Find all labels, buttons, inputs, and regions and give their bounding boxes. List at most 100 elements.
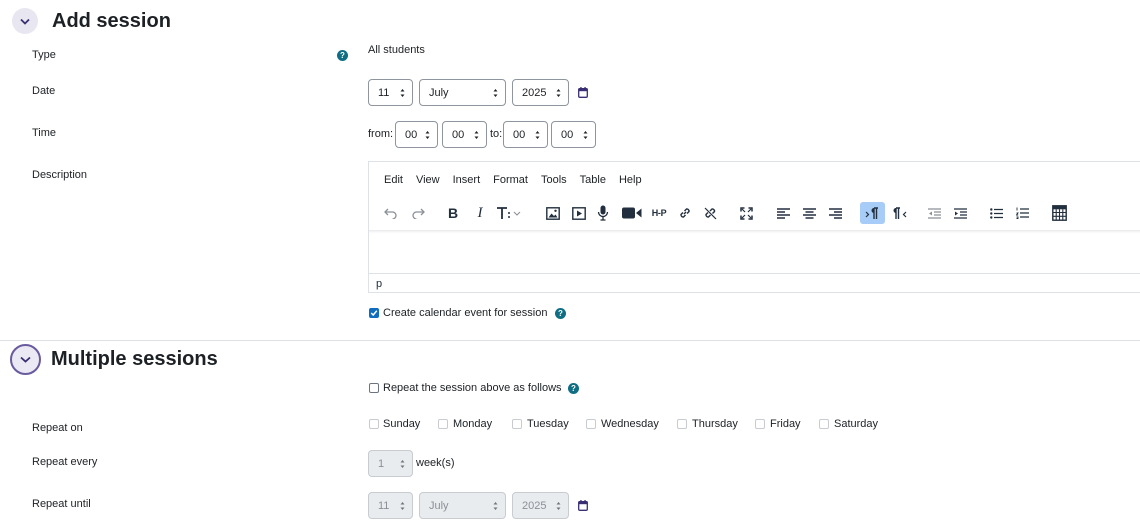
menu-format[interactable]: Format [493, 174, 528, 186]
align-center-icon [802, 207, 816, 219]
menu-edit[interactable]: Edit [384, 174, 403, 186]
repeat-day-friday-label: Friday [770, 418, 801, 430]
editor-element-path[interactable]: p [376, 278, 382, 290]
help-icon[interactable]: ? [337, 50, 348, 61]
unlink-button[interactable] [699, 202, 721, 224]
repeat-every-select[interactable]: 1 [368, 450, 413, 477]
indent-button[interactable] [949, 202, 971, 224]
repeat-day-sunday-checkbox[interactable] [369, 419, 379, 429]
repeat-until-day-select[interactable]: 11 [368, 492, 413, 519]
numbered-list-button[interactable] [1011, 202, 1033, 224]
repeat-session-label: Repeat the session above as follows [383, 382, 562, 394]
calendar-event-checkbox[interactable] [369, 308, 379, 318]
repeat-day-friday-checkbox[interactable] [755, 419, 765, 429]
date-day-value: 11 [378, 86, 390, 99]
ltr-button[interactable] [860, 202, 885, 224]
repeat-day-saturday-checkbox[interactable] [819, 419, 829, 429]
outdent-button[interactable] [923, 202, 945, 224]
help-icon[interactable]: ? [568, 383, 579, 394]
time-to-label: to: [490, 128, 503, 140]
multiple-sessions-title: Multiple sessions [51, 348, 218, 370]
multiple-sessions-collapse-button[interactable] [10, 344, 41, 375]
time-from-hour-select[interactable]: 00 [395, 121, 438, 148]
rtl-icon [893, 206, 906, 219]
repeat-day-monday-checkbox[interactable] [438, 419, 448, 429]
calendar-event-label: Create calendar event for session [383, 307, 548, 319]
chevron-down-icon [20, 356, 31, 363]
text-size-button[interactable] [495, 202, 525, 224]
repeat-until-day-value: 11 [378, 499, 390, 512]
bold-button[interactable]: B [442, 202, 464, 224]
editor-content-area[interactable] [369, 230, 1140, 274]
menu-view[interactable]: View [416, 174, 440, 186]
time-to-minute-select[interactable]: 00 [551, 121, 596, 148]
checkmark-icon [370, 310, 378, 317]
calculator-button[interactable] [1048, 202, 1070, 224]
calendar-icon[interactable] [578, 500, 588, 511]
date-year-select[interactable]: 2025 [512, 79, 569, 106]
repeat-every-unit: week(s) [416, 457, 455, 469]
align-right-button[interactable] [824, 202, 846, 224]
repeat-session-checkbox[interactable] [369, 383, 379, 393]
align-left-button[interactable] [772, 202, 794, 224]
select-arrows-icon [583, 131, 588, 139]
add-session-header: Add session [12, 8, 171, 34]
fullscreen-button[interactable] [735, 202, 757, 224]
record-video-button[interactable] [620, 202, 644, 224]
italic-button[interactable]: I [469, 202, 491, 224]
add-session-collapse-button[interactable] [12, 8, 38, 34]
record-audio-button[interactable] [592, 202, 614, 224]
repeat-day-tuesday-checkbox[interactable] [512, 419, 522, 429]
redo-button[interactable] [407, 202, 429, 224]
repeat-every-value: 1 [378, 457, 385, 470]
date-month-select[interactable]: July [419, 79, 506, 106]
time-from-minute-select[interactable]: 00 [442, 121, 487, 148]
repeat-until-year-select[interactable]: 2025 [512, 492, 569, 519]
calendar-icon[interactable] [578, 87, 588, 98]
h5p-button[interactable]: H-P [647, 202, 671, 224]
menu-table[interactable]: Table [580, 174, 606, 186]
repeat-until-month-value: July [429, 499, 449, 512]
select-arrows-icon [493, 89, 498, 97]
menu-insert[interactable]: Insert [453, 174, 481, 186]
numbered-list-icon [1015, 207, 1029, 219]
image-button[interactable] [542, 202, 564, 224]
select-arrows-icon [400, 89, 405, 97]
media-button[interactable] [568, 202, 590, 224]
help-icon[interactable]: ? [555, 308, 566, 319]
text-size-icon [497, 207, 521, 219]
repeat-until-year-value: 2025 [522, 499, 547, 512]
description-label: Description [32, 169, 88, 181]
time-to-minute-value: 00 [561, 128, 574, 141]
link-icon [680, 208, 690, 218]
editor-menubar: Edit View Insert Format Tools Table Help [384, 174, 655, 186]
video-icon [622, 207, 642, 219]
repeat-day-sunday-label: Sunday [383, 418, 421, 430]
select-arrows-icon [493, 502, 498, 510]
repeat-every-label: Repeat every [32, 456, 98, 468]
date-day-select[interactable]: 11 [368, 79, 413, 106]
media-icon [572, 206, 586, 220]
time-from-hour-value: 00 [405, 128, 418, 141]
bullet-list-button[interactable] [985, 202, 1007, 224]
undo-button[interactable] [380, 202, 402, 224]
rtl-button[interactable] [888, 202, 910, 224]
menu-help[interactable]: Help [619, 174, 642, 186]
undo-icon [384, 208, 397, 219]
description-editor: Edit View Insert Format Tools Table Help… [368, 161, 1140, 293]
menu-tools[interactable]: Tools [541, 174, 567, 186]
repeat-until-month-select[interactable]: July [419, 492, 506, 519]
select-arrows-icon [474, 131, 479, 139]
repeat-day-wednesday-checkbox[interactable] [586, 419, 596, 429]
fullscreen-icon [739, 206, 753, 220]
section-divider [0, 340, 1140, 341]
repeat-day-thursday-checkbox[interactable] [677, 419, 687, 429]
time-to-hour-select[interactable]: 00 [503, 121, 548, 148]
link-button[interactable] [674, 202, 696, 224]
editor-statusbar: p [369, 273, 1140, 293]
repeat-day-monday-label: Monday [453, 418, 493, 430]
outdent-icon [927, 207, 941, 219]
select-arrows-icon [400, 460, 405, 468]
align-right-icon [828, 207, 842, 219]
align-center-button[interactable] [798, 202, 820, 224]
